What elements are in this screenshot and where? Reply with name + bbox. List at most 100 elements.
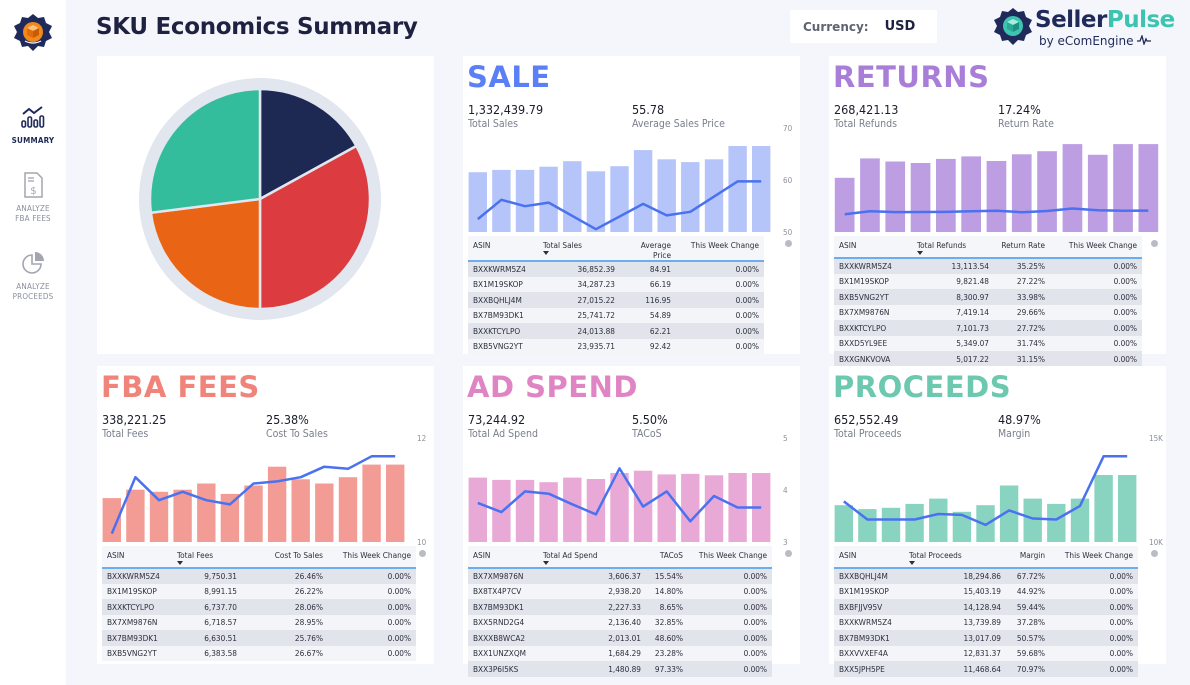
bar[interactable] — [267, 466, 287, 542]
bar[interactable] — [539, 166, 558, 232]
bar[interactable] — [1023, 498, 1042, 542]
bar[interactable] — [563, 477, 582, 542]
table-row[interactable]: BXXD5YL9EE 5,349.07 31.74% 0.00% — [834, 335, 1142, 351]
bar[interactable] — [1047, 503, 1066, 542]
table-row[interactable]: BX1M19SKOP 9,821.48 27.22% 0.00% — [834, 273, 1142, 289]
bar[interactable] — [220, 493, 240, 542]
bar[interactable] — [752, 146, 771, 232]
column-header[interactable]: Margin — [1006, 546, 1050, 569]
bar[interactable] — [1094, 475, 1113, 542]
pie-slice[interactable] — [149, 197, 262, 311]
bar[interactable] — [834, 505, 853, 542]
bar[interactable] — [362, 464, 381, 542]
app-logo-icon[interactable] — [13, 13, 53, 53]
bar[interactable] — [885, 161, 906, 233]
table-row[interactable]: BXX3P6I5KS 1,480.89 97.33% 0.00% — [468, 661, 772, 677]
sidebar-item-analyze-fba-fees[interactable]: $ ANALYZE FBA FEES — [0, 172, 66, 224]
bar[interactable] — [704, 475, 724, 542]
scroll-indicator[interactable] — [785, 550, 792, 557]
bar[interactable] — [910, 163, 931, 232]
bar[interactable] — [728, 146, 747, 232]
bar[interactable] — [515, 479, 535, 542]
column-header[interactable]: Total Ad Spend — [538, 546, 646, 569]
bar[interactable] — [929, 498, 948, 542]
bar[interactable] — [1118, 475, 1137, 542]
bar[interactable] — [126, 489, 145, 542]
bar[interactable] — [657, 474, 676, 542]
table-row[interactable]: BXXXB8WCA2 2,013.01 48.60% 0.00% — [468, 630, 772, 646]
table-row[interactable]: BX1M19SKOP 34,287.23 66.19 0.00% — [468, 276, 764, 292]
bar[interactable] — [539, 482, 558, 542]
table-row[interactable]: BXX1UNZXQM 1,684.29 23.28% 0.00% — [468, 645, 772, 661]
column-header[interactable]: ASIN — [468, 236, 538, 262]
bar[interactable] — [1113, 144, 1133, 232]
bar[interactable] — [338, 477, 358, 542]
table-row[interactable]: BXXKWRM5Z4 13,113.54 35.25% 0.00% — [834, 258, 1142, 274]
scroll-indicator[interactable] — [1151, 240, 1158, 247]
column-header[interactable]: ASIN — [468, 546, 538, 569]
table-row[interactable]: BX7BM93DK1 25,741.72 54.89 0.00% — [468, 307, 764, 323]
bar[interactable] — [563, 161, 582, 232]
sidebar-item-summary[interactable]: SUMMARY — [0, 104, 66, 146]
bar[interactable] — [173, 489, 192, 542]
table-row[interactable]: BX7BM93DK1 2,227.33 8.65% 0.00% — [468, 599, 772, 615]
table-row[interactable]: BXXKTCYLPO 24,013.88 62.21 0.00% — [468, 323, 764, 339]
table-row[interactable]: BX7XM9876N 3,606.37 15.54% 0.00% — [468, 568, 772, 584]
bar[interactable] — [197, 483, 216, 543]
table-row[interactable]: BXXKTCYLPO 6,737.70 28.06% 0.00% — [102, 599, 416, 615]
bar[interactable] — [1011, 154, 1032, 232]
column-header[interactable]: Total Refunds — [912, 236, 994, 259]
table-row[interactable]: BX1M19SKOP 8,991.15 26.22% 0.00% — [102, 583, 416, 599]
column-header[interactable]: Total Fees — [172, 546, 242, 569]
bar[interactable] — [1037, 151, 1057, 232]
table-row[interactable]: BXB5VNG2YT 6,383.58 26.67% 0.00% — [102, 645, 416, 661]
table-row[interactable]: BXXKTCYLPO 7,101.73 27.72% 0.00% — [834, 320, 1142, 336]
bar[interactable] — [657, 159, 676, 232]
bar[interactable] — [244, 485, 263, 543]
table-row[interactable]: BXX5JPH5PE 11,468.64 70.97% 0.00% — [834, 661, 1138, 677]
column-header[interactable]: Cost To Sales — [242, 546, 328, 569]
bar[interactable] — [315, 483, 334, 543]
bar[interactable] — [291, 479, 310, 542]
currency-selector[interactable]: Currency: USD — [790, 10, 937, 43]
bar[interactable] — [860, 158, 880, 232]
table-row[interactable]: BXB5VNG2YT 8,300.97 33.98% 0.00% — [834, 289, 1142, 305]
scroll-indicator[interactable] — [419, 550, 426, 557]
table-row[interactable]: BXX5RND2G4 2,136.40 32.85% 0.00% — [468, 614, 772, 630]
bar[interactable] — [936, 158, 956, 232]
column-header[interactable]: TACoS — [646, 546, 688, 569]
bar[interactable] — [1062, 144, 1083, 232]
table-row[interactable]: BXBFJJV95V 14,128.94 59.44% 0.00% — [834, 599, 1138, 615]
table-row[interactable]: BX7BM93DK1 13,017.09 50.57% 0.00% — [834, 630, 1138, 646]
bar[interactable] — [1087, 154, 1108, 232]
bar[interactable] — [834, 177, 855, 232]
bar[interactable] — [1138, 144, 1159, 232]
bar[interactable] — [881, 507, 901, 542]
column-header[interactable]: Total Sales — [538, 236, 620, 262]
table-row[interactable]: BXXGNKVOVA 5,017.22 31.15% 0.00% — [834, 351, 1142, 367]
column-header[interactable]: Total Proceeds — [904, 546, 1006, 569]
bar[interactable] — [681, 473, 700, 542]
table-row[interactable]: BX7BM93DK1 6,630.51 25.76% 0.00% — [102, 630, 416, 646]
table-row[interactable]: BXXKWRM5Z4 36,852.39 84.91 0.00% — [468, 261, 764, 277]
bar[interactable] — [468, 477, 487, 542]
pie-slice[interactable] — [148, 87, 262, 215]
table-row[interactable]: BXXKWRM5Z4 13,739.89 37.28% 0.00% — [834, 614, 1138, 630]
column-header[interactable]: Return Rate — [994, 236, 1050, 259]
column-header[interactable]: Average Price — [620, 236, 676, 262]
table-row[interactable]: BXXKWRM5Z4 9,750.31 26.46% 0.00% — [102, 568, 416, 584]
column-header[interactable]: This Week Change — [328, 546, 416, 569]
table-row[interactable]: BXXVVXEF4A 12,831.37 59.68% 0.00% — [834, 645, 1138, 661]
table-row[interactable]: BX1M19SKOP 15,403.19 44.92% 0.00% — [834, 583, 1138, 599]
table-row[interactable]: BX7XM9876N 7,419.14 29.66% 0.00% — [834, 304, 1142, 320]
table-row[interactable]: BXB5VNG2YT 23,935.71 92.42 0.00% — [468, 338, 764, 354]
scroll-indicator[interactable] — [1151, 550, 1158, 557]
table-row[interactable]: BX8TX4P7CV 2,938.20 14.80% 0.00% — [468, 583, 772, 599]
bar[interactable] — [986, 161, 1007, 232]
table-row[interactable]: BX7XM9876N 6,718.57 28.95% 0.00% — [102, 614, 416, 630]
table-row[interactable]: BXXBQHLJ4M 27,015.22 116.95 0.00% — [468, 292, 764, 308]
bar[interactable] — [905, 503, 924, 542]
sidebar-item-analyze-proceeds[interactable]: ANALYZE PROCEEDS — [0, 250, 66, 302]
column-header[interactable]: This Week Change — [688, 546, 772, 569]
column-header[interactable]: This Week Change — [676, 236, 764, 262]
